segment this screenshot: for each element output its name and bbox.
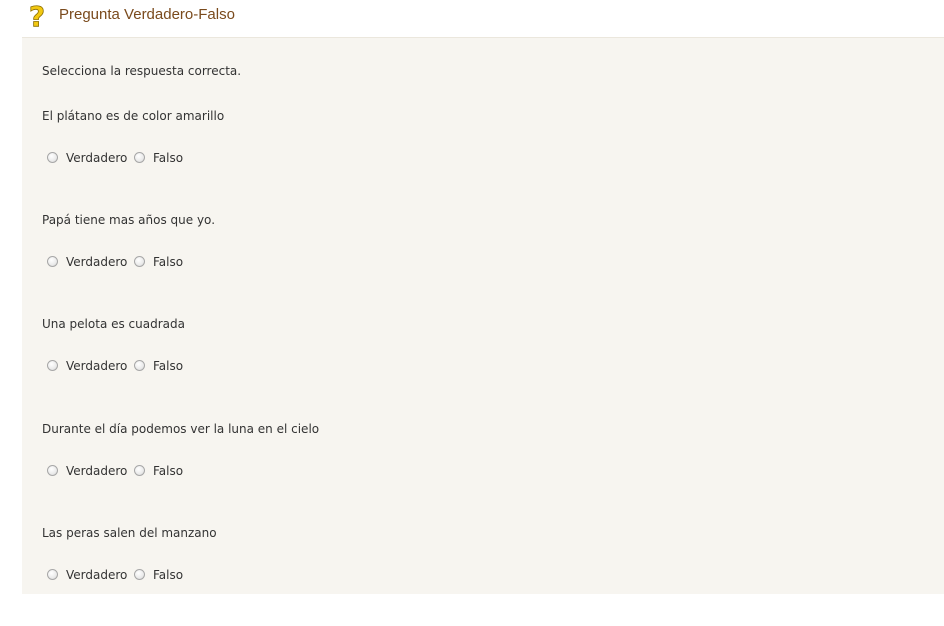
option-label: Falso bbox=[153, 151, 184, 165]
radio-verdadero[interactable] bbox=[47, 464, 58, 476]
radio-falso[interactable] bbox=[134, 151, 145, 163]
radio-verdadero[interactable] bbox=[47, 151, 58, 163]
activity-title: Pregunta Verdadero-Falso bbox=[59, 6, 235, 23]
question-item: Papá tiene mas años que yo. Verdadero Fa… bbox=[42, 213, 922, 313]
radio-falso[interactable] bbox=[134, 464, 145, 476]
option-label: Verdadero bbox=[66, 464, 128, 478]
question-item: Las peras salen del manzano Verdadero Fa… bbox=[42, 526, 922, 626]
svg-text:?: ? bbox=[29, 1, 45, 31]
question-text: Las peras salen del manzano bbox=[42, 526, 217, 540]
question-text: Durante el día podemos ver la luna en el… bbox=[42, 422, 320, 436]
radio-verdadero[interactable] bbox=[47, 568, 58, 580]
radio-falso[interactable] bbox=[134, 255, 145, 267]
option-falso[interactable]: Falso bbox=[134, 462, 183, 480]
question-item: Una pelota es cuadrada Verdadero Falso bbox=[42, 317, 922, 417]
option-label: Falso bbox=[153, 255, 184, 269]
option-label: Falso bbox=[153, 359, 184, 373]
option-falso[interactable]: Falso bbox=[134, 566, 183, 584]
radio-verdadero[interactable] bbox=[47, 359, 58, 371]
question-panel: Selecciona la respuesta correcta. El plá… bbox=[22, 37, 944, 594]
option-label: Falso bbox=[153, 568, 184, 582]
question-text: Papá tiene mas años que yo. bbox=[42, 213, 216, 227]
option-falso[interactable]: Falso bbox=[134, 149, 183, 167]
question-text: El plátano es de color amarillo bbox=[42, 109, 225, 123]
activity-header: ? Pregunta Verdadero-Falso bbox=[0, 0, 944, 37]
option-verdadero[interactable]: Verdadero bbox=[47, 149, 127, 167]
option-falso[interactable]: Falso bbox=[134, 357, 183, 375]
question-item: Durante el día podemos ver la luna en el… bbox=[42, 422, 922, 522]
radio-falso[interactable] bbox=[134, 359, 145, 371]
question-text: Una pelota es cuadrada bbox=[42, 317, 185, 331]
option-label: Verdadero bbox=[66, 359, 128, 373]
option-verdadero[interactable]: Verdadero bbox=[47, 566, 127, 584]
option-label: Verdadero bbox=[66, 151, 128, 165]
radio-verdadero[interactable] bbox=[47, 255, 58, 267]
option-label: Verdadero bbox=[66, 255, 128, 269]
option-verdadero[interactable]: Verdadero bbox=[47, 462, 127, 480]
option-verdadero[interactable]: Verdadero bbox=[47, 253, 127, 271]
question-mark-icon: ? bbox=[28, 1, 45, 31]
radio-falso[interactable] bbox=[134, 568, 145, 580]
instructions-text: Selecciona la respuesta correcta. bbox=[42, 64, 242, 78]
option-verdadero[interactable]: Verdadero bbox=[47, 357, 127, 375]
option-label: Falso bbox=[153, 464, 184, 478]
question-item: El plátano es de color amarillo Verdader… bbox=[42, 109, 922, 209]
option-falso[interactable]: Falso bbox=[134, 253, 183, 271]
option-label: Verdadero bbox=[66, 568, 128, 582]
